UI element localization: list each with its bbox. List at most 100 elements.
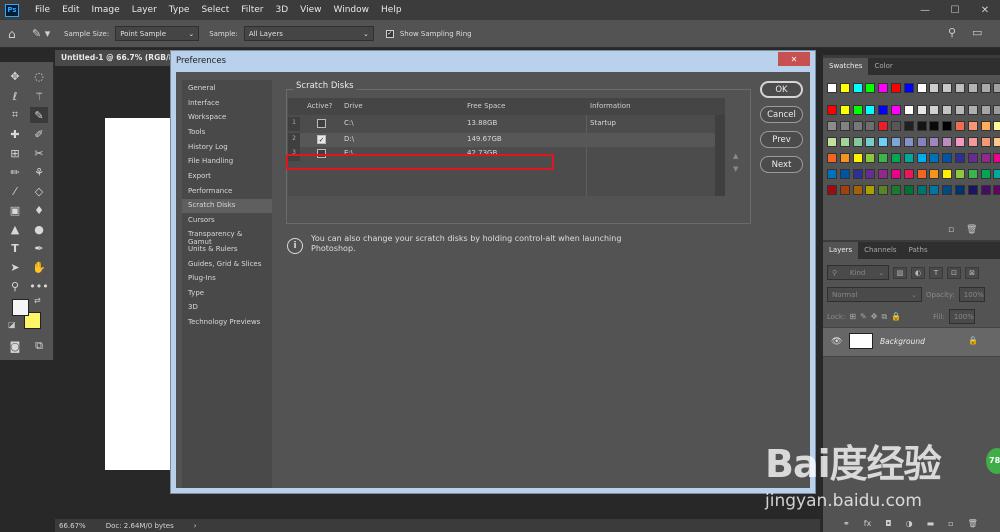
fill-input[interactable]: 100% xyxy=(948,309,975,324)
color-swatch[interactable] xyxy=(955,121,965,131)
color-swatch[interactable] xyxy=(955,185,965,195)
category-interface[interactable]: Interface xyxy=(182,97,272,111)
color-swatch[interactable] xyxy=(827,137,837,147)
color-swatch[interactable] xyxy=(967,153,978,163)
color-swatch[interactable] xyxy=(891,137,901,147)
chevron-right-icon[interactable]: › xyxy=(194,522,197,530)
tab-color[interactable]: Color xyxy=(868,58,898,75)
opacity-input[interactable]: 100% xyxy=(958,287,985,302)
home-icon[interactable]: ⌂ xyxy=(8,27,26,41)
color-swatch[interactable] xyxy=(929,121,940,131)
eraser-tool-icon[interactable]: ✏ xyxy=(6,164,24,180)
color-swatch[interactable] xyxy=(891,153,901,163)
color-swatch[interactable] xyxy=(839,83,850,93)
color-swatch[interactable] xyxy=(827,105,837,115)
sample-select[interactable]: All Layers ⌄ xyxy=(243,26,374,41)
search-icon[interactable]: ⚲ xyxy=(948,26,956,39)
magic-wand-tool-icon[interactable]: ⚚ xyxy=(30,88,48,104)
color-swatch[interactable] xyxy=(942,137,953,147)
color-swatch[interactable] xyxy=(942,153,953,163)
color-swatch[interactable] xyxy=(865,137,876,147)
stamp-tool-icon[interactable]: ⊞ xyxy=(6,145,24,161)
active-checkbox[interactable]: ✓ xyxy=(317,135,326,144)
layer-row-background[interactable]: 👁 Background 🔒 xyxy=(823,327,1000,357)
color-swatch[interactable] xyxy=(903,185,914,195)
color-swatch[interactable] xyxy=(865,185,876,195)
workspace-icon[interactable]: ▭ xyxy=(972,26,982,39)
swap-colors-icon[interactable]: ⇄ xyxy=(34,296,41,305)
table-row[interactable]: 1 C:\ 13.88GB Startup xyxy=(288,117,725,131)
menu-help[interactable]: Help xyxy=(375,5,408,15)
prev-button[interactable]: Prev xyxy=(760,131,803,148)
category-cursors[interactable]: Cursors xyxy=(182,214,272,228)
color-swatch[interactable] xyxy=(993,83,1000,93)
color-swatch[interactable] xyxy=(852,169,863,179)
menu-select[interactable]: Select xyxy=(195,5,235,15)
color-swatch[interactable] xyxy=(929,169,940,179)
color-swatch[interactable] xyxy=(865,105,876,115)
color-swatch[interactable] xyxy=(955,105,965,115)
category-plug-ins[interactable]: Plug-Ins xyxy=(182,272,272,286)
marquee-tool-icon[interactable]: ◌ xyxy=(30,68,48,84)
tab-swatches[interactable]: Swatches xyxy=(823,58,869,75)
screen-mode-icon[interactable]: ⧉ xyxy=(30,338,48,354)
color-swatch[interactable] xyxy=(916,83,927,93)
quick-mask-icon[interactable]: ◙ xyxy=(6,338,24,354)
eyedropper-tool-icon[interactable]: ✎ xyxy=(30,107,48,123)
blend-mode-select[interactable]: Normal ⌄ xyxy=(827,287,922,302)
color-swatch[interactable] xyxy=(929,185,940,195)
fill-tool-icon[interactable]: ▣ xyxy=(6,202,24,218)
image-filter-icon[interactable]: ▨ xyxy=(893,266,907,279)
active-checkbox[interactable] xyxy=(317,119,326,128)
type-filter-icon[interactable]: T xyxy=(929,266,943,279)
color-swatch[interactable] xyxy=(993,121,1000,131)
shape-filter-icon[interactable]: ⊡ xyxy=(947,266,961,279)
table-scrollbar[interactable] xyxy=(715,115,725,196)
new-swatch-icon[interactable]: ▫ xyxy=(948,225,954,235)
color-swatch[interactable] xyxy=(967,105,978,115)
lock-pixels-icon[interactable]: ⊞ xyxy=(849,312,856,321)
category-general[interactable]: General xyxy=(182,82,272,96)
menu-filter[interactable]: Filter xyxy=(235,5,269,15)
color-swatch[interactable] xyxy=(878,153,889,163)
color-swatch[interactable] xyxy=(891,83,901,93)
type-tool-icon[interactable]: T xyxy=(6,240,24,256)
color-swatch[interactable] xyxy=(839,105,850,115)
next-button[interactable]: Next xyxy=(760,156,803,173)
category-workspace[interactable]: Workspace xyxy=(182,111,272,125)
color-swatch[interactable] xyxy=(916,121,927,131)
color-swatch[interactable] xyxy=(891,121,901,131)
move-tool-icon[interactable]: ✥ xyxy=(6,68,24,84)
color-swatch[interactable] xyxy=(942,105,953,115)
color-swatch[interactable] xyxy=(980,83,991,93)
color-swatch[interactable] xyxy=(993,153,1000,163)
zoom-tool-icon[interactable]: ⚲ xyxy=(6,278,24,294)
color-swatch[interactable] xyxy=(891,105,901,115)
color-swatch[interactable] xyxy=(993,185,1000,195)
color-swatch[interactable] xyxy=(839,185,850,195)
menu-window[interactable]: Window xyxy=(328,5,376,15)
color-swatch[interactable] xyxy=(916,153,927,163)
smart-object-filter-icon[interactable]: ⊠ xyxy=(965,266,979,279)
color-swatch[interactable] xyxy=(839,153,850,163)
color-swatch[interactable] xyxy=(878,137,889,147)
menu-type[interactable]: Type xyxy=(163,5,196,15)
menu-file[interactable]: File xyxy=(29,5,56,15)
lock-paint-icon[interactable]: ✎ xyxy=(860,312,867,321)
color-swatch[interactable] xyxy=(903,169,914,179)
color-swatch[interactable] xyxy=(827,169,837,179)
category-3d[interactable]: 3D xyxy=(182,301,272,315)
layer-name[interactable]: Background xyxy=(880,337,925,346)
minimize-button[interactable]: — xyxy=(910,0,940,20)
color-swatch[interactable] xyxy=(903,121,914,131)
color-swatch[interactable] xyxy=(916,169,927,179)
color-swatch[interactable] xyxy=(878,169,889,179)
color-swatch[interactable] xyxy=(839,137,850,147)
color-swatch[interactable] xyxy=(980,105,991,115)
sample-size-select[interactable]: Point Sample ⌄ xyxy=(115,26,200,41)
color-swatch[interactable] xyxy=(865,83,876,93)
color-swatch[interactable] xyxy=(916,185,927,195)
brush-tool-icon[interactable]: ✐ xyxy=(30,126,48,142)
eraser-alt-icon[interactable]: ◇ xyxy=(30,183,48,199)
category-performance[interactable]: Performance xyxy=(182,185,272,199)
